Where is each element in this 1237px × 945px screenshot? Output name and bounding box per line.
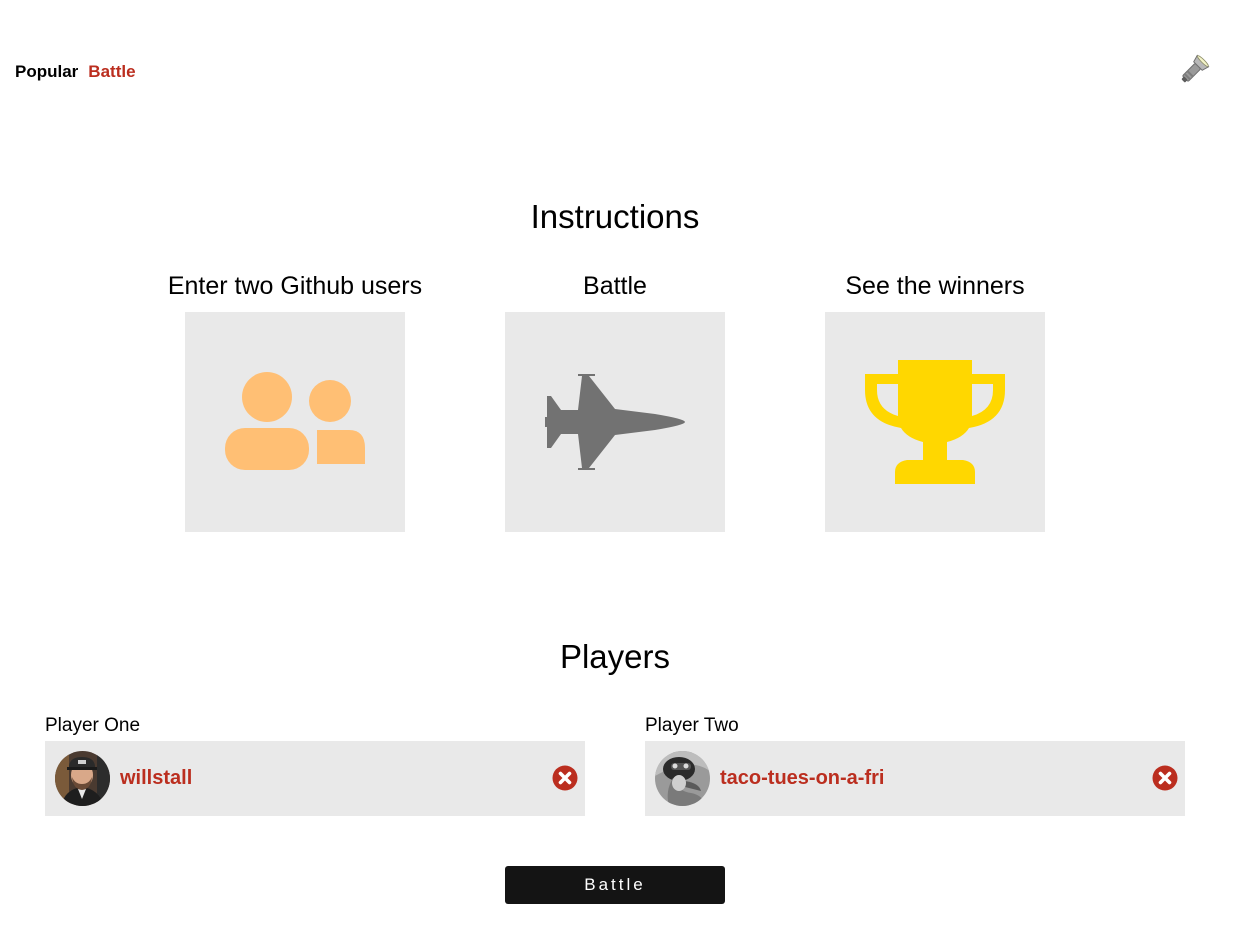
close-circle-icon (552, 765, 578, 791)
player-two-section: Player Two taco-tues-on-a-fri (645, 714, 1185, 816)
step-icon-box (505, 312, 725, 532)
step-label: See the winners (845, 272, 1025, 300)
player-two-avatar (655, 751, 710, 806)
remove-player-two-button[interactable] (1152, 765, 1178, 791)
nav-link-popular[interactable]: Popular (15, 60, 78, 84)
battle-page: Popular Battle Instructions Enter two Gi… (0, 0, 1237, 945)
main-nav: Popular Battle (15, 60, 136, 84)
players-title: Players (559, 638, 671, 675)
player-two-label: Player Two (645, 715, 739, 736)
remove-player-one-button[interactable] (552, 765, 578, 791)
player-one-card: willstall (45, 741, 585, 816)
step-icon-box (825, 312, 1045, 532)
step-enter-users: Enter two Github users (135, 268, 455, 532)
step-label: Enter two Github users (167, 272, 423, 300)
step-winners: See the winners (775, 268, 1095, 532)
nav-link-battle[interactable]: Battle (88, 60, 135, 84)
fighter-jet-icon (545, 374, 685, 470)
player-one-section: Player One willstall (45, 714, 585, 816)
player-one-avatar (55, 751, 110, 806)
player-two-username[interactable]: taco-tues-on-a-fri (720, 767, 884, 790)
player-one-username[interactable]: willstall (120, 767, 192, 790)
step-icon-box (185, 312, 405, 532)
flashlight-icon[interactable] (1176, 54, 1210, 88)
instructions-title: Instructions (530, 198, 700, 235)
instruction-steps: Enter two Github users Battle See the wi… (135, 268, 1095, 532)
close-circle-icon (1152, 765, 1178, 791)
trophy-icon (865, 360, 1005, 484)
player-two-card: taco-tues-on-a-fri (645, 741, 1185, 816)
users-icon (225, 372, 365, 470)
player-one-label: Player One (45, 715, 141, 736)
step-battle: Battle (455, 268, 775, 532)
battle-button[interactable]: Battle (505, 866, 725, 904)
step-label: Battle (583, 272, 647, 300)
